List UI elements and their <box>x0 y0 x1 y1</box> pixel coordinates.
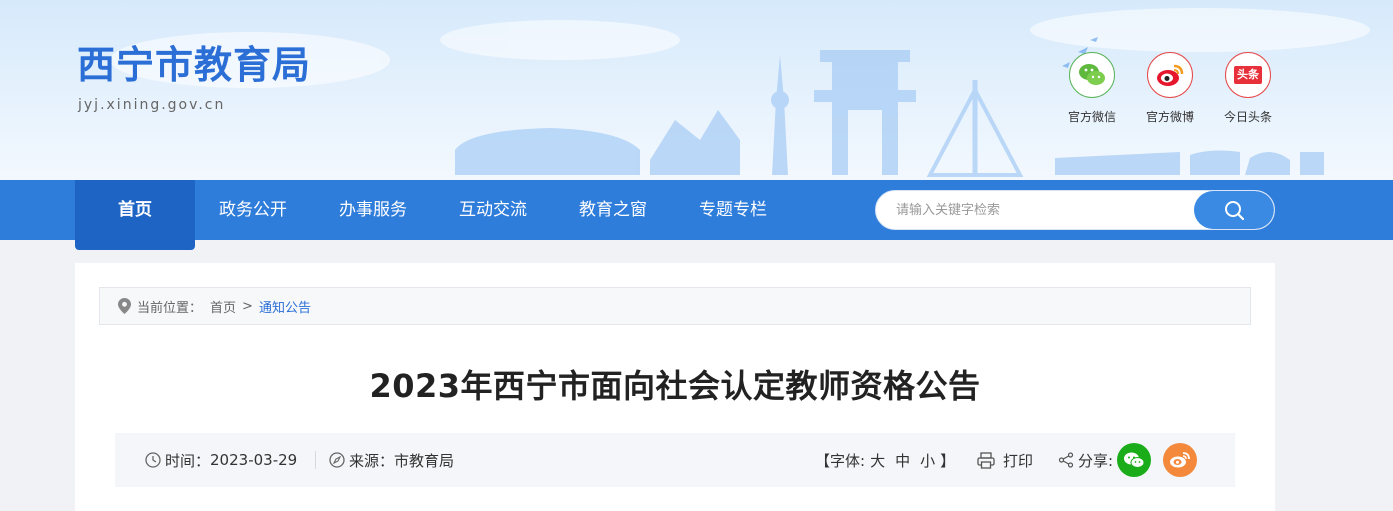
share-section: 分享: <box>1058 433 1198 487</box>
nav-item-home[interactable]: 首页 <box>75 180 195 250</box>
breadcrumb-separator: > <box>242 298 253 314</box>
breadcrumb: 当前位置： 首页 > 通知公告 <box>99 287 1251 325</box>
search-box <box>875 190 1275 230</box>
weibo-icon <box>1170 452 1190 468</box>
site-header: 西宁市教育局 jyj.xining.gov.cn 官方微信 官方微博 头条 今日… <box>0 0 1393 180</box>
font-size-controls: 【字体: 大 中 小 】 <box>815 433 955 487</box>
wechat-icon <box>1124 452 1145 468</box>
wechat-icon[interactable] <box>1069 52 1115 98</box>
content-panel: 当前位置： 首页 > 通知公告 2023年西宁市面向社会认定教师资格公告 时间：… <box>75 263 1275 511</box>
font-size-medium[interactable]: 中 <box>895 450 910 471</box>
source-label: 来源： <box>349 451 395 470</box>
article-source: 来源： 市教育局 <box>329 433 454 487</box>
search-input[interactable] <box>876 191 1196 229</box>
font-label-close: 】 <box>940 451 956 470</box>
toutiao-icon[interactable]: 头条 <box>1225 52 1271 98</box>
nav-item-services[interactable]: 办事服务 <box>339 180 407 240</box>
font-label-open: 【字体: <box>815 451 866 470</box>
nav-item-interaction[interactable]: 互动交流 <box>459 180 527 240</box>
font-size-large[interactable]: 大 <box>870 450 885 471</box>
share-wechat-button[interactable] <box>1117 443 1152 477</box>
source-value: 市教育局 <box>394 451 455 470</box>
nav-item-government-affairs[interactable]: 政务公开 <box>219 180 287 240</box>
toutiao-icon-text: 头条 <box>1234 66 1262 84</box>
breadcrumb-home[interactable]: 首页 <box>210 297 236 316</box>
print-button[interactable]: 打印 <box>977 433 1033 487</box>
clock-icon <box>145 452 161 468</box>
breadcrumb-prefix: 当前位置： <box>137 300 203 316</box>
print-label: 打印 <box>1003 451 1034 470</box>
location-pin-icon <box>118 298 131 314</box>
nav-item-special-topics[interactable]: 专题专栏 <box>699 180 767 240</box>
main-nav: 首页 政务公开 办事服务 互动交流 教育之窗 专题专栏 <box>0 180 1393 250</box>
search-icon <box>1225 201 1245 221</box>
toutiao[interactable]: 头条 今日头条 <box>1218 52 1278 125</box>
share-label: 分享: <box>1078 451 1114 470</box>
meta-divider <box>315 451 316 469</box>
time-label: 时间： <box>165 451 211 470</box>
publish-time: 时间： 2023-03-29 <box>145 433 297 487</box>
share-weibo-button[interactable] <box>1163 443 1198 477</box>
compass-icon <box>329 452 345 468</box>
search-button[interactable] <box>1194 191 1274 229</box>
site-title[interactable]: 西宁市教育局 <box>77 46 311 84</box>
official-wechat[interactable]: 官方微信 <box>1062 52 1122 125</box>
toutiao-label: 今日头条 <box>1223 110 1272 124</box>
weibo-label: 官方微博 <box>1145 110 1194 124</box>
wechat-label: 官方微信 <box>1067 110 1116 124</box>
share-icon <box>1058 452 1074 468</box>
breadcrumb-current[interactable]: 通知公告 <box>259 297 311 316</box>
weibo-icon[interactable] <box>1147 52 1193 98</box>
time-value: 2023-03-29 <box>210 451 298 469</box>
article-meta-bar: 时间： 2023-03-29 来源： 市教育局 【字体: 大 中 小 】 打印 <box>115 433 1235 487</box>
printer-icon <box>977 451 995 469</box>
nav-item-education-window[interactable]: 教育之窗 <box>579 180 647 240</box>
font-size-small[interactable]: 小 <box>920 450 935 471</box>
official-weibo[interactable]: 官方微博 <box>1140 52 1200 125</box>
site-domain: jyj.xining.gov.cn <box>78 97 226 113</box>
article-title: 2023年西宁市面向社会认定教师资格公告 <box>369 367 981 405</box>
